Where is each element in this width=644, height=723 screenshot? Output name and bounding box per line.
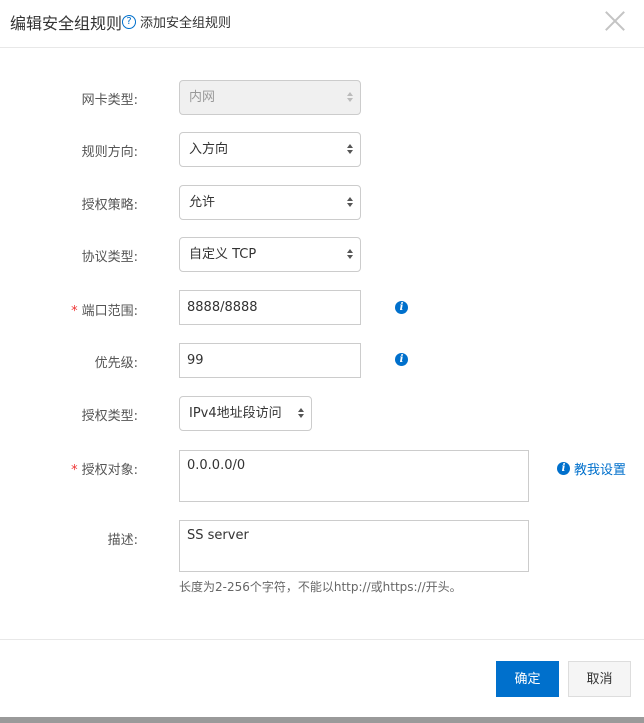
teach-me-link[interactable]: i 教我设置 [557, 459, 626, 478]
select-arrows-icon [297, 408, 305, 420]
select-arrows-icon [346, 144, 354, 156]
description-hint: 长度为2-256个字符，不能以http://或https://开头。 [179, 580, 462, 594]
confirm-button[interactable]: 确定 [496, 661, 559, 697]
protocol-label: 协议类型: [81, 250, 138, 265]
info-icon[interactable]: i [395, 301, 408, 314]
cancel-button[interactable]: 取消 [568, 661, 631, 697]
footer-divider [0, 639, 644, 640]
dialog-bottom-edge [0, 717, 644, 723]
help-link[interactable]: ? 添加安全组规则 [122, 12, 231, 31]
nic-type-select: 内网 [179, 80, 361, 115]
close-icon[interactable] [600, 6, 630, 36]
info-icon[interactable]: i [395, 353, 408, 366]
nic-type-label: 网卡类型: [81, 93, 138, 108]
port-range-label: * 端口范围: [71, 304, 138, 319]
teach-me-text: 教我设置 [574, 463, 627, 478]
auth-object-label: * 授权对象: [71, 463, 138, 478]
select-arrows-icon [346, 197, 354, 209]
policy-value: 允许 [189, 195, 216, 210]
description-label: 描述: [107, 533, 138, 548]
question-circle-icon: ? [122, 14, 136, 29]
protocol-select[interactable]: 自定义 TCP [179, 237, 361, 272]
dialog-header: 编辑安全组规则 ? 添加安全组规则 [0, 0, 644, 48]
auth-type-select[interactable]: IPv4地址段访问 [179, 396, 312, 431]
required-marker: * [71, 463, 78, 478]
auth-type-value: IPv4地址段访问 [189, 406, 282, 421]
auth-object-textarea[interactable]: 0.0.0.0/0 [179, 450, 529, 502]
nic-type-value: 内网 [189, 90, 216, 105]
auth-type-label: 授权类型: [81, 409, 138, 424]
description-textarea[interactable]: SS server [179, 520, 529, 572]
direction-label: 规则方向: [81, 145, 138, 160]
info-icon: i [557, 462, 570, 475]
priority-label: 优先级: [94, 356, 138, 371]
direction-value: 入方向 [189, 142, 229, 157]
policy-select[interactable]: 允许 [179, 185, 361, 220]
select-arrows-icon [346, 92, 354, 104]
port-range-input[interactable]: 8888/8888 [179, 290, 361, 325]
priority-input[interactable]: 99 [179, 343, 361, 378]
select-arrows-icon [346, 249, 354, 261]
help-link-text: 添加安全组规则 [140, 16, 232, 31]
dialog-title: 编辑安全组规则 [10, 14, 123, 33]
direction-select[interactable]: 入方向 [179, 132, 361, 167]
policy-label: 授权策略: [81, 198, 138, 213]
protocol-value: 自定义 TCP [189, 247, 257, 262]
required-marker: * [71, 304, 78, 319]
